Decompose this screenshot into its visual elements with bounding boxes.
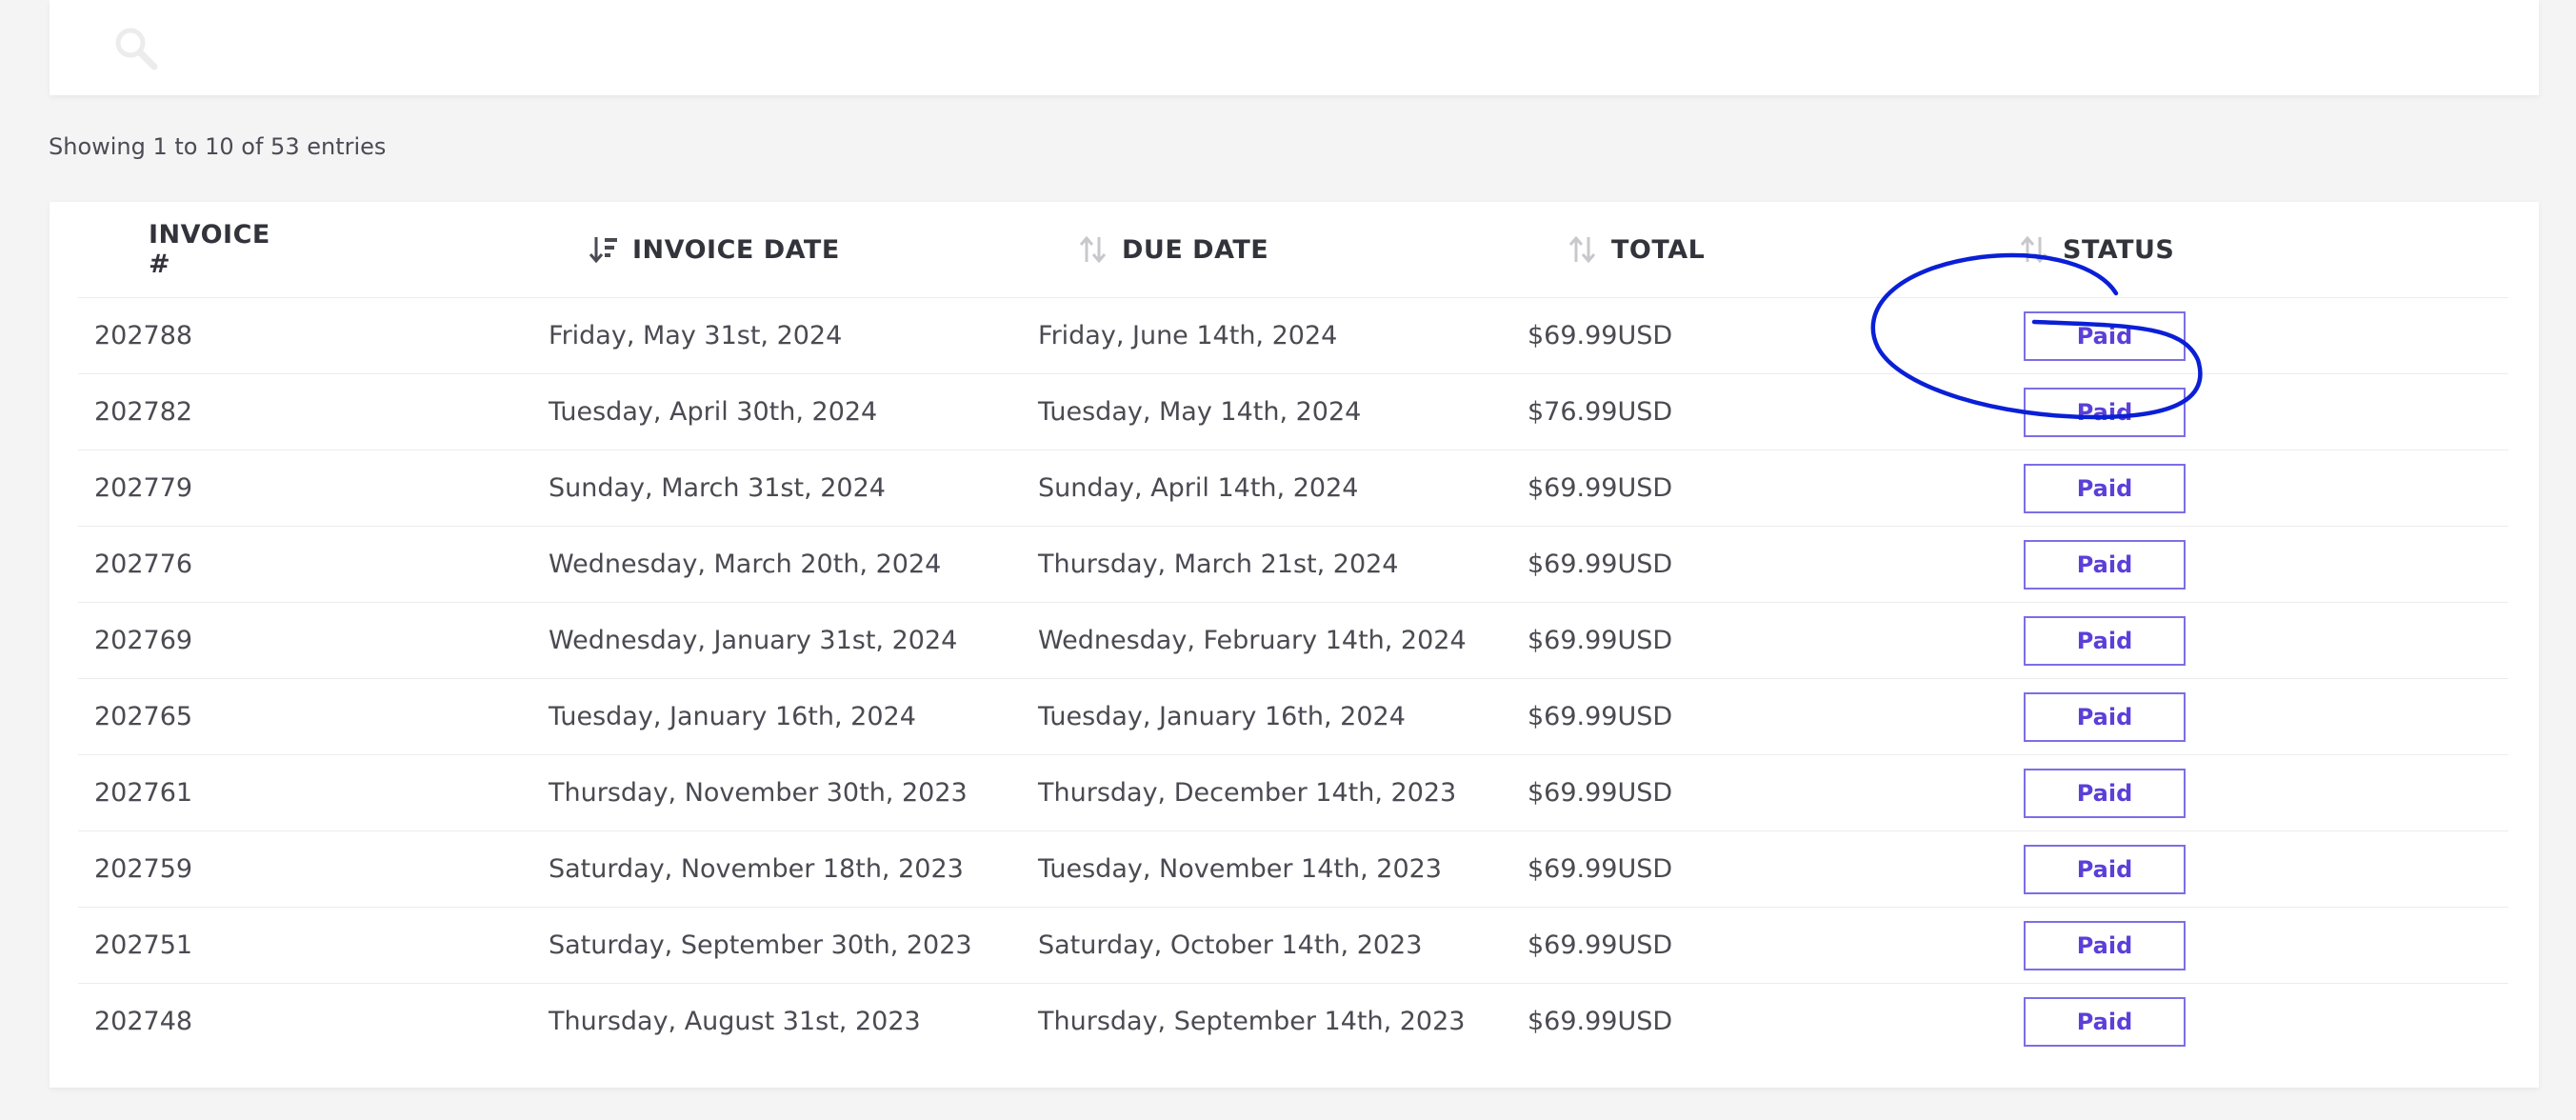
cell-due-date: Thursday, March 21st, 2024 — [1038, 550, 1399, 579]
column-header-invoice-date[interactable]: INVOICE DATE — [589, 202, 840, 297]
cell-total: $69.99USD — [1528, 473, 1673, 503]
column-label: TOTAL — [1611, 234, 1706, 265]
cell-invoice-number[interactable]: 202759 — [94, 831, 192, 907]
column-header-total[interactable]: TOTAL — [1568, 202, 1705, 297]
sort-icon[interactable] — [1568, 233, 1598, 266]
status-badge[interactable]: Paid — [2024, 463, 2186, 513]
table-row[interactable]: 202748 Thursday, August 31st, 2023 Thurs… — [78, 984, 2508, 1059]
cell-status: Paid — [2024, 831, 2186, 907]
cell-total: $69.99USD — [1528, 854, 1673, 884]
status-badge[interactable]: Paid — [2024, 920, 2186, 970]
invoices-table: INVOICE # INVOICE DATE DUE DATE TOTAL ST… — [50, 202, 2539, 1088]
search-icon[interactable] — [112, 25, 160, 72]
table-row[interactable]: 202782 Tuesday, April 30th, 2024 Tuesday… — [78, 374, 2508, 450]
cell-status: Paid — [2024, 755, 2186, 830]
status-badge[interactable]: Paid — [2024, 310, 2186, 361]
cell-due-date: Saturday, October 14th, 2023 — [1038, 930, 1423, 960]
column-label: INVOICE DATE — [632, 234, 840, 265]
cell-invoice-date: Wednesday, January 31st, 2024 — [549, 626, 958, 655]
cell-invoice-date: Saturday, November 18th, 2023 — [549, 854, 964, 884]
table-row[interactable]: 202761 Thursday, November 30th, 2023 Thu… — [78, 755, 2508, 831]
cell-total: $69.99USD — [1528, 321, 1673, 350]
cell-due-date: Tuesday, January 16th, 2024 — [1038, 702, 1406, 731]
cell-status: Paid — [2024, 298, 2186, 373]
table-row[interactable]: 202765 Tuesday, January 16th, 2024 Tuesd… — [78, 679, 2508, 755]
cell-status: Paid — [2024, 374, 2186, 450]
cell-status: Paid — [2024, 679, 2186, 754]
status-badge[interactable]: Paid — [2024, 768, 2186, 818]
cell-due-date: Friday, June 14th, 2024 — [1038, 321, 1338, 350]
cell-invoice-number[interactable]: 202751 — [94, 908, 192, 983]
status-badge[interactable]: Paid — [2024, 615, 2186, 666]
cell-invoice-date: Tuesday, April 30th, 2024 — [549, 397, 878, 427]
cell-status: Paid — [2024, 603, 2186, 678]
status-badge[interactable]: Paid — [2024, 844, 2186, 894]
cell-invoice-number[interactable]: 202788 — [94, 298, 192, 373]
sort-desc-icon[interactable] — [589, 233, 619, 266]
cell-invoice-date: Thursday, November 30th, 2023 — [549, 778, 968, 808]
cell-invoice-date: Tuesday, January 16th, 2024 — [549, 702, 916, 731]
sort-icon[interactable] — [1078, 233, 1108, 266]
status-badge[interactable]: Paid — [2024, 539, 2186, 590]
table-row[interactable]: 202769 Wednesday, January 31st, 2024 Wed… — [78, 603, 2508, 679]
column-label: STATUS — [2063, 234, 2175, 265]
cell-due-date: Tuesday, May 14th, 2024 — [1038, 397, 1362, 427]
table-row[interactable]: 202759 Saturday, November 18th, 2023 Tue… — [78, 831, 2508, 908]
cell-total: $69.99USD — [1528, 778, 1673, 808]
cell-due-date: Tuesday, November 14th, 2023 — [1038, 854, 1442, 884]
cell-due-date: Wednesday, February 14th, 2024 — [1038, 626, 1467, 655]
status-badge[interactable]: Paid — [2024, 691, 2186, 742]
cell-invoice-date: Wednesday, March 20th, 2024 — [549, 550, 942, 579]
cell-status: Paid — [2024, 450, 2186, 526]
cell-invoice-number[interactable]: 202769 — [94, 603, 192, 678]
cell-invoice-date: Friday, May 31st, 2024 — [549, 321, 843, 350]
table-row[interactable]: 202751 Saturday, September 30th, 2023 Sa… — [78, 908, 2508, 984]
cell-invoice-date: Thursday, August 31st, 2023 — [549, 1007, 921, 1036]
cell-status: Paid — [2024, 908, 2186, 983]
cell-status: Paid — [2024, 527, 2186, 602]
cell-invoice-date: Sunday, March 31st, 2024 — [549, 473, 886, 503]
sort-icon[interactable] — [2019, 233, 2049, 266]
cell-invoice-number[interactable]: 202748 — [94, 984, 192, 1059]
cell-invoice-number[interactable]: 202779 — [94, 450, 192, 526]
table-row[interactable]: 202788 Friday, May 31st, 2024 Friday, Ju… — [78, 298, 2508, 374]
search-bar — [50, 0, 2539, 95]
entries-info: Showing 1 to 10 of 53 entries — [49, 133, 387, 160]
table-row[interactable]: 202776 Wednesday, March 20th, 2024 Thurs… — [78, 527, 2508, 603]
cell-status: Paid — [2024, 984, 2186, 1059]
column-label: DUE DATE — [1122, 234, 1269, 265]
status-badge[interactable]: Paid — [2024, 387, 2186, 437]
cell-invoice-number[interactable]: 202776 — [94, 527, 192, 602]
cell-total: $69.99USD — [1528, 702, 1673, 731]
column-label: INVOICE # — [149, 220, 270, 279]
status-badge[interactable]: Paid — [2024, 996, 2186, 1047]
cell-invoice-number[interactable]: 202765 — [94, 679, 192, 754]
search-input[interactable] — [183, 19, 2472, 78]
cell-total: $69.99USD — [1528, 626, 1673, 655]
column-header-due-date[interactable]: DUE DATE — [1078, 202, 1268, 297]
cell-invoice-date: Saturday, September 30th, 2023 — [549, 930, 972, 960]
table-row[interactable]: 202779 Sunday, March 31st, 2024 Sunday, … — [78, 450, 2508, 527]
cell-total: $69.99USD — [1528, 930, 1673, 960]
cell-due-date: Sunday, April 14th, 2024 — [1038, 473, 1359, 503]
cell-total: $69.99USD — [1528, 550, 1673, 579]
cell-invoice-number[interactable]: 202761 — [94, 755, 192, 830]
cell-due-date: Thursday, December 14th, 2023 — [1038, 778, 1457, 808]
cell-total: $69.99USD — [1528, 1007, 1673, 1036]
cell-invoice-number[interactable]: 202782 — [94, 374, 192, 450]
column-header-status[interactable]: STATUS — [2019, 202, 2174, 297]
table-header: INVOICE # INVOICE DATE DUE DATE TOTAL ST… — [78, 202, 2508, 298]
cell-total: $76.99USD — [1528, 397, 1673, 427]
cell-due-date: Thursday, September 14th, 2023 — [1038, 1007, 1466, 1036]
